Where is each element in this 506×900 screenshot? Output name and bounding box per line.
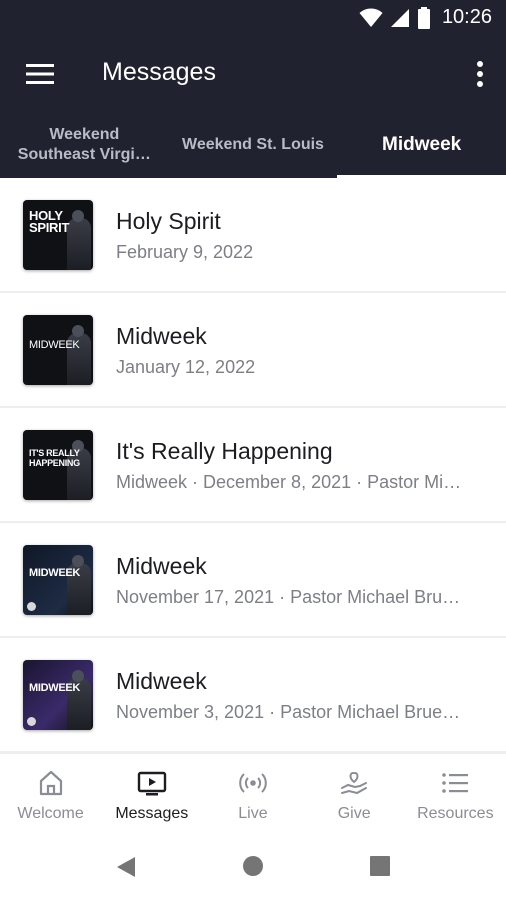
message-subtitle: November 17, 2021 · Pastor Michael Bru… [116, 587, 461, 607]
recents-icon[interactable] [369, 855, 391, 877]
nav-item-live[interactable]: Live [202, 754, 303, 834]
nav-label: Welcome [17, 805, 84, 822]
status-bar: 10:26 [0, 0, 506, 36]
list-item[interactable]: MIDWEEK Midweek November 17, 2021 · Past… [0, 523, 506, 638]
nav-item-messages[interactable]: Messages [101, 754, 202, 834]
message-thumbnail: MIDWEEK [23, 545, 93, 615]
home-circle-icon[interactable] [242, 855, 264, 877]
wifi-icon [359, 8, 383, 27]
thumbnail-title-graphic: IT'S REALLY HAPPENING [29, 448, 80, 468]
tab-weekend-st-louis[interactable]: Weekend St. Louis [169, 112, 338, 178]
tab-weekend-southeast-virginia[interactable]: Weekend Southeast Virgi… [0, 112, 169, 178]
nav-item-give[interactable]: Give [304, 754, 405, 834]
message-thumbnail: IT'S REALLY HAPPENING [23, 430, 93, 500]
nav-item-resources[interactable]: Resources [405, 754, 506, 834]
thumbnail-title-graphic: MIDWEEK [29, 339, 80, 351]
message-thumbnail: MIDWEEK [23, 660, 93, 730]
nav-item-welcome[interactable]: Welcome [0, 754, 101, 834]
list-item[interactable]: MIDWEEK Midweek January 12, 2022 [0, 293, 506, 408]
message-title: Midweek [116, 668, 207, 694]
message-subtitle: January 12, 2022 [116, 357, 256, 377]
battery-icon [417, 6, 430, 29]
message-title: Midweek [116, 553, 207, 579]
system-navigation-bar [0, 833, 506, 900]
message-title: Holy Spirit [116, 208, 221, 234]
tab-midweek[interactable]: Midweek [337, 112, 506, 178]
message-subtitle: November 3, 2021 · Pastor Michael Brue… [116, 702, 461, 722]
message-subtitle: February 9, 2022 [116, 242, 254, 262]
nav-label: Give [337, 805, 371, 822]
list-item[interactable]: MIDWEEK Midweek November 3, 2021 · Pasto… [0, 638, 506, 753]
thumbnail-speaker-head [72, 325, 84, 337]
nav-label: Messages [115, 805, 189, 822]
message-thumbnail: MIDWEEK [23, 315, 93, 385]
app-bar: Messages [0, 36, 506, 112]
thumbnail-speaker-figure [67, 218, 91, 270]
nav-label: Resources [417, 805, 494, 822]
list-item[interactable]: HOLY SPIRIT Holy Spirit February 9, 2022 [0, 178, 506, 293]
thumbnail-speaker-head [72, 555, 84, 567]
thumbnail-title-graphic: MIDWEEK [29, 682, 81, 694]
status-icons: 10:26 [359, 6, 492, 29]
page-title: Messages [102, 58, 216, 86]
more-vert-icon[interactable] [470, 56, 490, 92]
thumbnail-title-graphic: HOLY SPIRIT [29, 208, 70, 235]
broadcast-icon [239, 773, 267, 793]
message-list: HOLY SPIRIT Holy Spirit February 9, 2022 … [0, 178, 506, 753]
home-icon [39, 770, 62, 796]
list-item[interactable]: IT'S REALLY HAPPENING It's Really Happeni… [0, 408, 506, 523]
status-time: 10:26 [441, 6, 492, 28]
thumbnail-logo [27, 602, 36, 611]
nav-label: Live [238, 805, 268, 822]
message-title: Midweek [116, 323, 207, 349]
message-thumbnail: HOLY SPIRIT [23, 200, 93, 270]
tab-label: Midweek [382, 134, 462, 155]
tab-label: Weekend Southeast Virgi… [17, 126, 151, 163]
bottom-navigation: Welcome Messages Live Give Resources [0, 753, 506, 833]
list-icon [442, 773, 469, 793]
hamburger-menu-icon[interactable] [20, 58, 60, 90]
message-title: It's Really Happening [116, 438, 333, 464]
tab-bar: Weekend Southeast Virgi… Weekend St. Lou… [0, 112, 506, 178]
thumbnail-logo [27, 717, 36, 726]
thumbnail-speaker-head [72, 210, 84, 222]
signal-icon [390, 8, 409, 27]
message-subtitle: Midweek · December 8, 2021 · Pastor Mi… [116, 472, 462, 492]
thumbnail-speaker-head [72, 670, 84, 682]
back-icon[interactable] [114, 855, 138, 879]
tab-label: Weekend St. Louis [182, 136, 324, 153]
thumbnail-title-graphic: MIDWEEK [29, 567, 81, 579]
hand-heart-icon [341, 771, 368, 795]
tv-play-icon [137, 771, 166, 796]
